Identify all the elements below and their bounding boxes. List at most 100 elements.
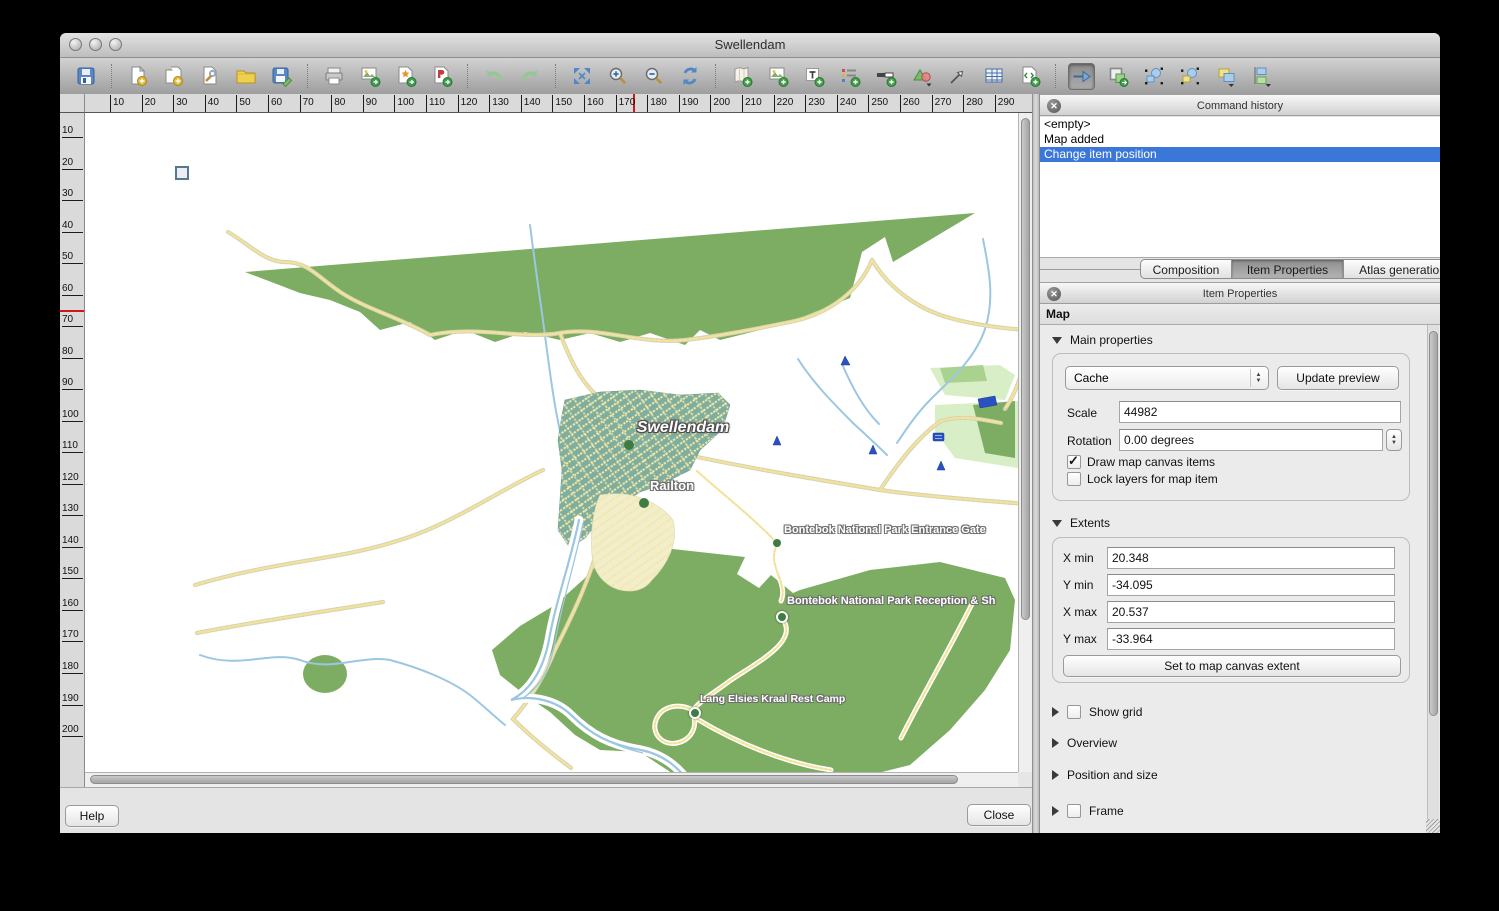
tab-atlas-generation[interactable]: Atlas generation xyxy=(1344,259,1440,279)
tab-composition[interactable]: Composition xyxy=(1140,259,1232,279)
zoom-window-button[interactable] xyxy=(109,38,122,51)
save-as-template-button[interactable] xyxy=(268,63,295,90)
chevron-right-icon[interactable] xyxy=(1052,738,1059,748)
close-panel-icon[interactable]: ✕ xyxy=(1047,287,1061,301)
raise-selected-items-button[interactable] xyxy=(1212,63,1239,90)
dock-splitter[interactable] xyxy=(1032,94,1040,833)
v-scrollbar-thumb[interactable] xyxy=(1021,118,1030,620)
small-composer-item[interactable] xyxy=(176,167,188,179)
command-history-list[interactable]: <empty>Map addedChange item position xyxy=(1040,117,1440,258)
chevron-down-icon[interactable] xyxy=(1052,520,1062,527)
h-ruler-tick: 290 xyxy=(995,95,1015,112)
history-item[interactable]: Change item position xyxy=(1040,147,1440,162)
y-min-input[interactable] xyxy=(1107,574,1395,596)
zoom-in-button[interactable] xyxy=(604,63,631,90)
v-ruler: 1020304050607080901001101201301401501601… xyxy=(60,113,85,787)
update-preview-button[interactable]: Update preview xyxy=(1277,366,1399,390)
add-new-map-button[interactable] xyxy=(728,63,755,90)
export-as-pdf-button[interactable] xyxy=(428,63,455,90)
v-ruler-tick: 80 xyxy=(62,346,83,359)
add-new-scalebar-button[interactable] xyxy=(872,63,899,90)
add-new-label-button[interactable] xyxy=(800,63,827,90)
x-max-input[interactable] xyxy=(1107,601,1395,623)
preview-mode-select[interactable]: Cache ▲▼ xyxy=(1065,366,1269,390)
export-as-image-button[interactable] xyxy=(356,63,383,90)
new-composition-button[interactable] xyxy=(124,63,151,90)
draw-map-canvas-items-checkbox[interactable] xyxy=(1067,455,1081,469)
extents-section-header[interactable]: Extents xyxy=(1052,516,1110,530)
zoom-full-button[interactable] xyxy=(568,63,595,90)
combo-arrows-icon: ▲▼ xyxy=(1250,369,1266,387)
zoom-out-button[interactable] xyxy=(640,63,667,90)
history-item[interactable]: Map added xyxy=(1040,132,1440,147)
lock-layers-checkbox[interactable] xyxy=(1067,472,1081,486)
refresh-view-button[interactable] xyxy=(676,63,703,90)
align-selected-items-button[interactable] xyxy=(1248,63,1275,90)
close-window-button[interactable] xyxy=(69,38,82,51)
v-ruler-tick: 20 xyxy=(62,157,83,170)
minimize-window-button[interactable] xyxy=(89,38,102,51)
history-item[interactable]: <empty> xyxy=(1040,117,1440,132)
traffic-lights xyxy=(69,38,122,51)
set-to-map-canvas-extent-button[interactable]: Set to map canvas extent xyxy=(1063,655,1401,677)
h-ruler-tick: 90 xyxy=(363,95,377,112)
undo-button[interactable] xyxy=(480,63,507,90)
canvas-h-scrollbar[interactable] xyxy=(85,772,1018,787)
y-max-input[interactable] xyxy=(1107,628,1395,650)
redo-button[interactable] xyxy=(516,63,543,90)
add-basic-shape-button[interactable] xyxy=(908,63,935,90)
export-as-svg-button[interactable] xyxy=(392,63,419,90)
show-grid-checkbox[interactable] xyxy=(1067,705,1081,719)
section-position-and-size[interactable]: Position and size xyxy=(1052,768,1158,782)
section-frame[interactable]: Frame xyxy=(1052,804,1124,818)
h-scrollbar-thumb[interactable] xyxy=(90,775,958,784)
chevron-right-icon[interactable] xyxy=(1052,770,1059,780)
h-ruler-tick: 230 xyxy=(805,95,825,112)
main-properties-section-header[interactable]: Main properties xyxy=(1052,333,1153,347)
section-show-grid[interactable]: Show grid xyxy=(1052,705,1142,719)
ruler-corner xyxy=(60,94,85,113)
chevron-right-icon[interactable] xyxy=(1052,707,1059,717)
canvas-v-scrollbar[interactable] xyxy=(1018,113,1032,772)
scale-input[interactable] xyxy=(1119,401,1401,423)
panel-scrollbar[interactable] xyxy=(1427,325,1439,833)
rotation-input[interactable] xyxy=(1119,429,1383,451)
add-image-button[interactable] xyxy=(764,63,791,90)
chevron-right-icon[interactable] xyxy=(1052,806,1059,816)
h-ruler-tick: 30 xyxy=(173,95,187,112)
panel-scrollbar-thumb[interactable] xyxy=(1429,331,1438,716)
map-item[interactable] xyxy=(85,113,1018,772)
move-item-content-button[interactable] xyxy=(1104,63,1131,90)
close-button[interactable]: Close xyxy=(967,804,1031,826)
duplicate-composition-button[interactable] xyxy=(160,63,187,90)
paper-page[interactable]: SwellendamRailtonBontebok National Park … xyxy=(85,113,1018,772)
y-max-label: Y max xyxy=(1063,632,1097,646)
close-panel-icon[interactable]: ✕ xyxy=(1047,99,1061,113)
add-html-frame-button[interactable] xyxy=(1016,63,1043,90)
frame-label: Frame xyxy=(1089,804,1124,818)
draw-map-canvas-items-row[interactable]: Draw map canvas items xyxy=(1067,455,1215,469)
select-move-item-button[interactable] xyxy=(1068,63,1095,90)
lock-layers-row[interactable]: Lock layers for map item xyxy=(1067,472,1218,486)
add-arrow-button[interactable] xyxy=(944,63,971,90)
rotation-spinner[interactable]: ▲▼ xyxy=(1386,429,1402,451)
rotation-label: Rotation xyxy=(1067,434,1112,448)
section-overview[interactable]: Overview xyxy=(1052,736,1117,750)
frame-checkbox[interactable] xyxy=(1067,804,1081,818)
add-new-legend-button[interactable] xyxy=(836,63,863,90)
add-attribute-table-button[interactable] xyxy=(980,63,1007,90)
save-project-button[interactable] xyxy=(72,63,99,90)
resize-grip[interactable] xyxy=(1426,819,1440,833)
group-items-button[interactable] xyxy=(1140,63,1167,90)
composition-manager-button[interactable] xyxy=(196,63,223,90)
v-ruler-cursor-marker xyxy=(60,310,84,312)
load-from-template-button[interactable] xyxy=(232,63,259,90)
chevron-down-icon[interactable] xyxy=(1052,337,1062,344)
composition-canvas[interactable]: SwellendamRailtonBontebok National Park … xyxy=(85,113,1032,787)
screen: Swellendam xyxy=(0,0,1499,911)
x-min-input[interactable] xyxy=(1107,547,1395,569)
ungroup-items-button[interactable] xyxy=(1176,63,1203,90)
help-button[interactable]: Help xyxy=(65,805,119,827)
print-button[interactable] xyxy=(320,63,347,90)
tab-item-properties[interactable]: Item Properties xyxy=(1232,259,1344,279)
